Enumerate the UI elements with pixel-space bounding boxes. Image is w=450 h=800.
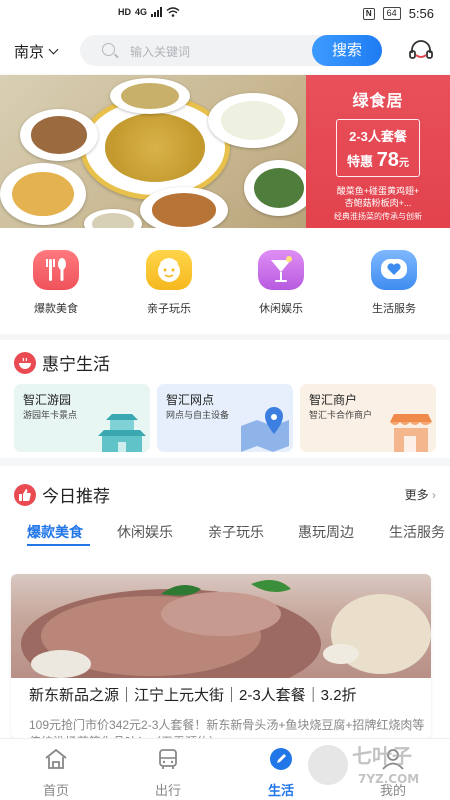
banner-promo-panel: 绿食居 2-3人套餐 特惠 78元 酸菜鱼+碰蛋黄鸡翅+ 杏鲍菇粉板肉+... 经… [306,75,450,228]
nav-home[interactable]: 首页 [21,747,91,799]
more-link[interactable]: 更多 › [405,486,436,503]
banner-menu: 酸菜鱼+碰蛋黄鸡翅+ 杏鲍菇粉板肉+... [336,186,420,208]
tab-kids[interactable]: 亲子玩乐 [208,522,264,542]
top-header: 南京 输入关键词 搜索 [0,28,450,74]
banner-price: 特惠 78元 [347,149,409,171]
card-title: 智汇游园 [23,393,72,407]
tab-life-services[interactable]: 生活服务 [389,522,445,542]
hd-badge: HD [118,7,131,17]
banner-brand: 绿食居 [352,93,404,110]
search-button[interactable]: 搜索 [312,35,382,66]
city-name: 南京 [14,44,45,61]
bus-icon [159,749,177,769]
watermark: 七叶子 7YZ.COM [300,735,450,793]
category-grid: 爆款美食 亲子玩乐 休闲娱乐 生活服务 [0,228,450,334]
card-zhihui-outlets[interactable]: 智汇网点 网点与自主设备 [157,384,293,452]
tab-nearby[interactable]: 惠玩周边 [298,522,354,542]
city-selector[interactable]: 南京 [14,41,59,62]
wifi-icon [166,7,180,17]
watermark-logo-icon: 七叶子 7YZ.COM [308,744,419,786]
search-input[interactable]: 输入关键词 [130,43,190,60]
svg-text:七叶子: 七叶子 [352,744,412,768]
category-food[interactable]: 爆款美食 [16,250,96,316]
clock: 5:56 [408,6,434,21]
battery-indicator: 64 [382,7,401,20]
tab-hot-food[interactable]: 爆款美食 [27,522,83,542]
recommendation-card[interactable]: 新东新品之源｜江宁上元大街｜2-3人套餐｜3.2折 109元抢门市价342元2-… [11,574,431,738]
category-tabs: 爆款美食 休闲娱乐 亲子玩乐 惠玩周边 生活服务 [0,522,450,552]
card-title: 新东新品之源｜江宁上元大街｜2-3人套餐｜3.2折 [29,687,357,704]
category-label: 爆款美食 [34,303,78,315]
pagoda-icon [98,414,146,452]
network-indicators: HD 4G [118,7,180,17]
child-face-icon [146,250,192,290]
card-title: 智汇网点 [166,393,215,407]
4g-badge: 4G [135,7,148,17]
section-title: 惠宁生活 [42,355,110,374]
huining-section: 惠宁生活 智汇游园 游园年卡景点 智汇网点 网点与自主设备 智汇商户 智汇卡合作… [0,340,450,458]
heart-chat-icon [371,250,417,290]
section-title: 今日推荐 [42,487,110,506]
category-label: 休闲娱乐 [259,303,303,315]
card-subtitle: 网点与自主设备 [166,410,230,420]
category-kids[interactable]: 亲子玩乐 [129,250,209,316]
home-icon [45,748,67,769]
banner-food-photo [0,75,314,228]
signal-icon [151,7,163,17]
nfc-icon: N [362,7,375,20]
card-zhihui-park[interactable]: 智汇游园 游园年卡景点 [14,384,150,452]
cocktail-icon [258,250,304,290]
search-bar[interactable]: 输入关键词 搜索 [80,35,382,66]
headset-icon[interactable] [408,39,434,63]
promo-banner[interactable]: 绿食居 2-3人套餐 特惠 78元 酸菜鱼+碰蛋黄鸡翅+ 杏鲍菇粉板肉+... 经… [0,75,450,228]
banner-deal-box: 2-3人套餐 特惠 78元 [336,119,420,177]
svg-text:7YZ.COM: 7YZ.COM [358,772,419,786]
card-title: 智汇商户 [309,393,358,407]
tab-leisure[interactable]: 休闲娱乐 [117,522,173,542]
nav-label: 首页 [42,783,69,798]
status-bar: HD 4G N 64 5:56 [0,0,450,28]
card-zhihui-merchants[interactable]: 智汇商户 智汇卡合作商户 [300,384,436,452]
section-header: 今日推荐 [14,482,110,507]
chevron-down-icon [48,44,59,55]
thumbs-up-icon [14,483,36,506]
banner-slogan: 经典淮扬菜的传承与创新 [334,212,422,221]
bowl-icon [14,351,36,374]
card-subtitle: 游园年卡景点 [23,410,78,420]
category-label: 亲子玩乐 [147,303,191,315]
fork-spoon-icon [33,250,79,290]
card-subtitle: 智汇卡合作商户 [309,410,373,420]
pencil-icon [270,748,292,770]
nav-travel[interactable]: 出行 [133,747,203,799]
map-pin-icon [241,407,289,452]
dish-photo [11,574,431,699]
active-tab-indicator [27,544,90,546]
storefront-icon [390,414,432,452]
category-label: 生活服务 [372,303,416,315]
nav-label: 出行 [154,783,181,798]
banner-package: 2-3人套餐 [349,129,407,144]
category-leisure[interactable]: 休闲娱乐 [241,250,321,316]
search-icon [102,43,115,56]
section-header: 惠宁生活 [14,350,110,375]
chevron-right-icon: › [432,488,436,502]
category-services[interactable]: 生活服务 [354,250,434,316]
